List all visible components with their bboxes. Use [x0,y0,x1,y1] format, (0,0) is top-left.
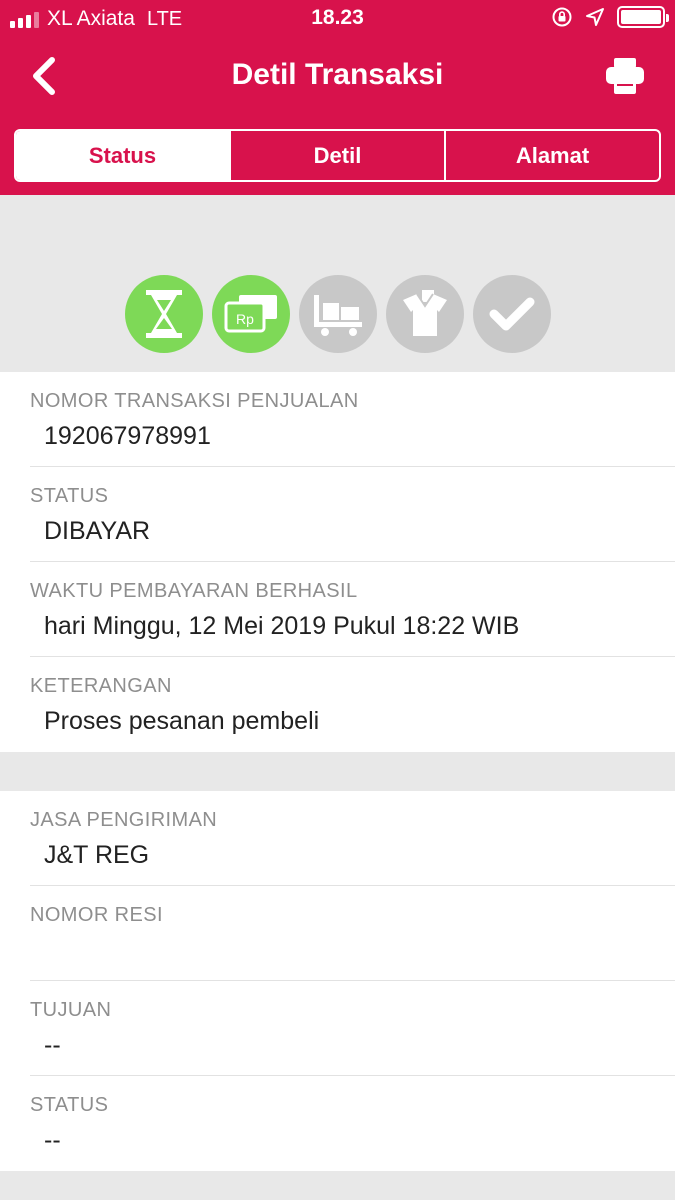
hourglass-icon [146,290,182,338]
row-label: STATUS [30,485,109,507]
checkmark-icon [489,297,535,331]
info-row: KETERANGAN Proses pesanan pembeli [0,657,675,752]
info-row: NOMOR RESI [0,886,675,981]
step-paid: Rp [212,275,290,353]
step-waiting [125,275,203,353]
row-value: -- [44,1031,61,1059]
info-row: NOMOR TRANSAKSI PENJUALAN 192067978991 [0,372,675,467]
header-bar: XL Axiata LTE 18.23 Detil Transaksi Stat… [0,0,675,195]
battery-icon [617,6,669,28]
tab-alamat[interactable]: Alamat [444,131,659,180]
row-value: J&T REG [44,841,150,869]
orientation-lock-icon [552,7,572,27]
info-row: TUJUAN -- [0,981,675,1076]
row-value: DIBAYAR [44,517,151,545]
row-label: STATUS [30,1094,109,1116]
progress-steps: Rp [0,195,675,372]
row-value: -- [44,1126,61,1154]
row-value: hari Minggu, 12 Mei 2019 Pukul 18:22 WIB [44,612,520,640]
info-row: JASA PENGIRIMAN J&T REG [0,791,675,886]
page-title: Detil Transaksi [231,58,444,91]
step-received [386,275,464,353]
payment-icon-text: Rp [236,311,254,327]
info-row: STATUS DIBAYAR [0,467,675,562]
row-label: WAKTU PEMBAYARAN BERHASIL [30,580,358,602]
shipping-card: JASA PENGIRIMAN J&T REG NOMOR RESI TUJUA… [0,791,675,1171]
row-label: KETERANGAN [30,675,172,697]
location-arrow-icon [586,8,604,26]
info-row: WAKTU PEMBAYARAN BERHASIL hari Minggu, 1… [0,562,675,657]
info-row: STATUS -- [0,1076,675,1171]
package-icon [403,290,447,336]
status-bar: XL Axiata LTE 18.23 [0,0,675,38]
row-value: 192067978991 [44,422,211,450]
cart-icon [314,295,362,336]
row-label: NOMOR TRANSAKSI PENJUALAN [30,390,359,412]
tab-bar: Status Detil Alamat [14,129,661,182]
tab-status[interactable]: Status [16,131,229,180]
printer-icon[interactable] [605,56,645,96]
status-bar-right [551,6,669,28]
payment-icon: Rp [224,295,277,333]
row-label: JASA PENGIRIMAN [30,809,218,831]
tab-detil[interactable]: Detil [229,131,444,180]
row-label: NOMOR RESI [30,904,163,926]
nav-bar: Detil Transaksi [0,38,675,114]
row-value: Proses pesanan pembeli [44,707,320,735]
row-label: TUJUAN [30,999,112,1021]
transaction-card: NOMOR TRANSAKSI PENJUALAN 192067978991 S… [0,372,675,752]
step-shipping [299,275,377,353]
step-completed [473,275,551,353]
